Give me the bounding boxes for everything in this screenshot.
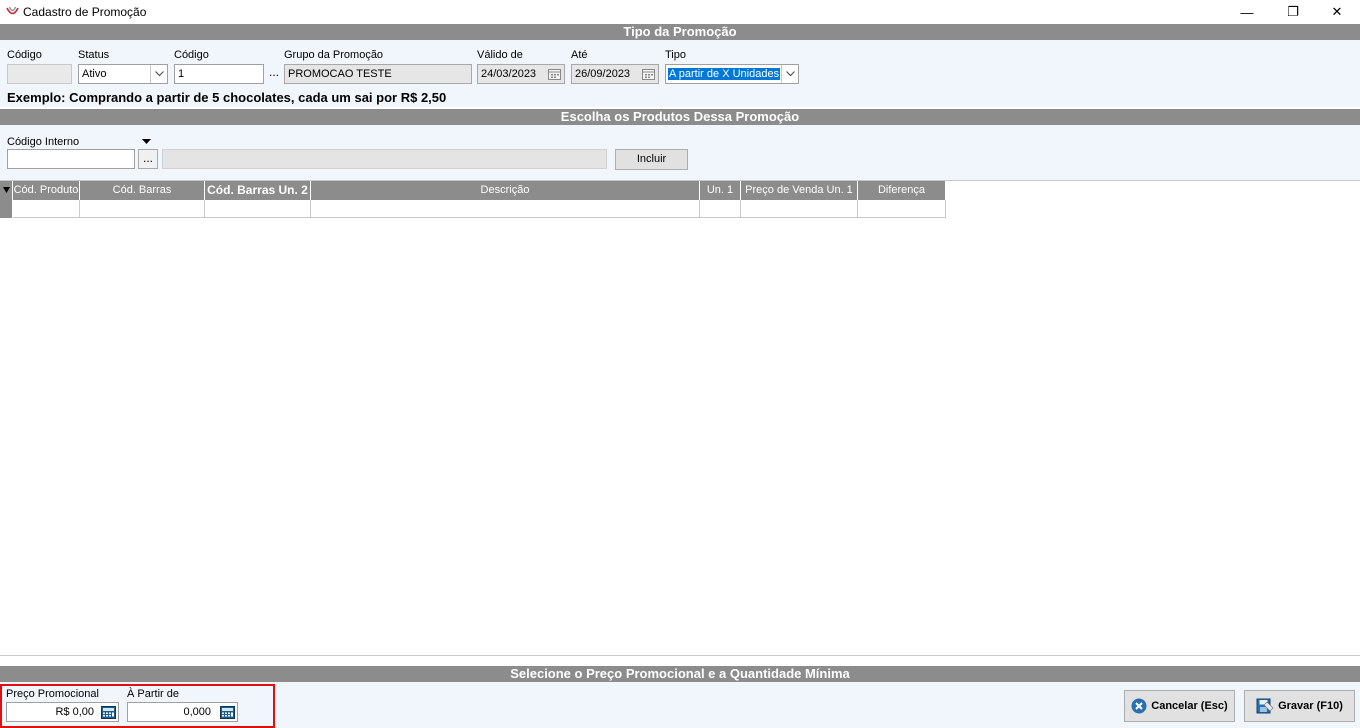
calendar-icon[interactable] bbox=[640, 67, 656, 81]
window: Cadastro de Promoção — ❐ ✕ Tipo da Promo… bbox=[0, 0, 1360, 728]
minimize-icon: — bbox=[1240, 4, 1254, 20]
grupo-field[interactable]: PROMOCAO TESTE bbox=[284, 64, 472, 84]
grupo-label: Grupo da Promoção bbox=[284, 49, 384, 61]
cancel-icon bbox=[1131, 698, 1147, 714]
app-logo-icon bbox=[6, 6, 19, 15]
status-label: Status bbox=[78, 49, 110, 61]
col-cod-barras[interactable]: Cód. Barras bbox=[80, 181, 205, 200]
produtos-section-header: Escolha os Produtos Dessa Promoção bbox=[0, 109, 1360, 125]
col-cod-produto[interactable]: Cód. Produto bbox=[13, 181, 80, 200]
codigo-interno-input[interactable] bbox=[7, 149, 135, 169]
minimize-button[interactable]: — bbox=[1224, 0, 1270, 24]
title-bar: Cadastro de Promoção — ❐ ✕ bbox=[0, 0, 1360, 24]
caret-down-icon[interactable] bbox=[142, 139, 151, 145]
example-text: Exemplo: Comprando a partir de 5 chocola… bbox=[7, 90, 447, 105]
close-icon: ✕ bbox=[1331, 4, 1343, 19]
incluir-button[interactable]: Incluir bbox=[615, 149, 688, 170]
codigo2-label: Código bbox=[174, 49, 209, 61]
table-cell[interactable] bbox=[80, 200, 205, 218]
table-cell[interactable] bbox=[205, 200, 311, 218]
col-preco-venda[interactable]: Preço de Venda Un. 1 bbox=[741, 181, 858, 200]
table-cell[interactable] bbox=[700, 200, 741, 218]
cancel-label: Cancelar (Esc) bbox=[1151, 700, 1228, 712]
calendar-icon[interactable] bbox=[546, 67, 562, 81]
row-indicator[interactable] bbox=[0, 200, 13, 218]
save-icon bbox=[1256, 698, 1274, 714]
produto-descricao-field[interactable] bbox=[162, 149, 607, 169]
tipo-select[interactable]: A partir de X Unidades bbox=[665, 64, 799, 84]
codigo-label: Código bbox=[7, 49, 42, 61]
tipo-label: Tipo bbox=[665, 49, 686, 61]
tipo-section-header: Tipo da Promoção bbox=[0, 24, 1360, 40]
table-cell[interactable] bbox=[13, 200, 80, 218]
preco-section-header: Selecione o Preço Promocional e a Quanti… bbox=[0, 666, 1360, 682]
codigo-interno-lookup-button[interactable]: ... bbox=[138, 149, 158, 169]
chevron-down-icon[interactable] bbox=[781, 65, 798, 83]
chevron-down-icon[interactable] bbox=[150, 65, 167, 83]
tipo-value: A partir de X Unidades bbox=[668, 68, 781, 80]
close-button[interactable]: ✕ bbox=[1314, 0, 1360, 24]
valido-date-field[interactable]: 24/03/2023 bbox=[477, 64, 565, 84]
ate-label: Até bbox=[571, 49, 588, 61]
col-diferenca[interactable]: Diferença bbox=[858, 181, 946, 200]
status-value: Ativo bbox=[82, 68, 107, 80]
restore-button[interactable]: ❐ bbox=[1270, 0, 1316, 24]
codigo2-lookup-button[interactable]: ... bbox=[264, 64, 284, 84]
table-cell[interactable] bbox=[741, 200, 858, 218]
col-un1[interactable]: Un. 1 bbox=[700, 181, 741, 200]
valido-label: Válido de bbox=[477, 49, 523, 61]
produtos-grid[interactable]: Cód. Produto Cód. Barras Cód. Barras Un.… bbox=[0, 181, 946, 218]
ate-date-field[interactable]: 26/09/2023 bbox=[571, 64, 659, 84]
codigo-interno-label: Código Interno bbox=[7, 136, 80, 148]
col-descricao[interactable]: Descrição bbox=[311, 181, 700, 200]
col-cod-barras-un2[interactable]: Cód. Barras Un. 2 bbox=[205, 181, 311, 200]
save-button[interactable]: Gravar (F10) bbox=[1244, 690, 1355, 722]
valido-value: 24/03/2023 bbox=[481, 68, 537, 80]
table-cell[interactable] bbox=[858, 200, 946, 218]
status-select[interactable]: Ativo bbox=[78, 64, 168, 84]
ate-value: 26/09/2023 bbox=[575, 68, 631, 80]
window-title: Cadastro de Promoção bbox=[23, 5, 147, 19]
codigo2-input[interactable]: 1 bbox=[174, 64, 264, 84]
save-label: Gravar (F10) bbox=[1278, 700, 1343, 712]
cancel-button[interactable]: Cancelar (Esc) bbox=[1124, 690, 1235, 722]
highlight-box bbox=[0, 684, 275, 728]
restore-icon: ❐ bbox=[1287, 4, 1299, 19]
codigo-field[interactable] bbox=[7, 64, 72, 84]
table-cell[interactable] bbox=[311, 200, 700, 218]
divider bbox=[0, 655, 1360, 656]
grid-menu-icon[interactable] bbox=[0, 181, 13, 200]
